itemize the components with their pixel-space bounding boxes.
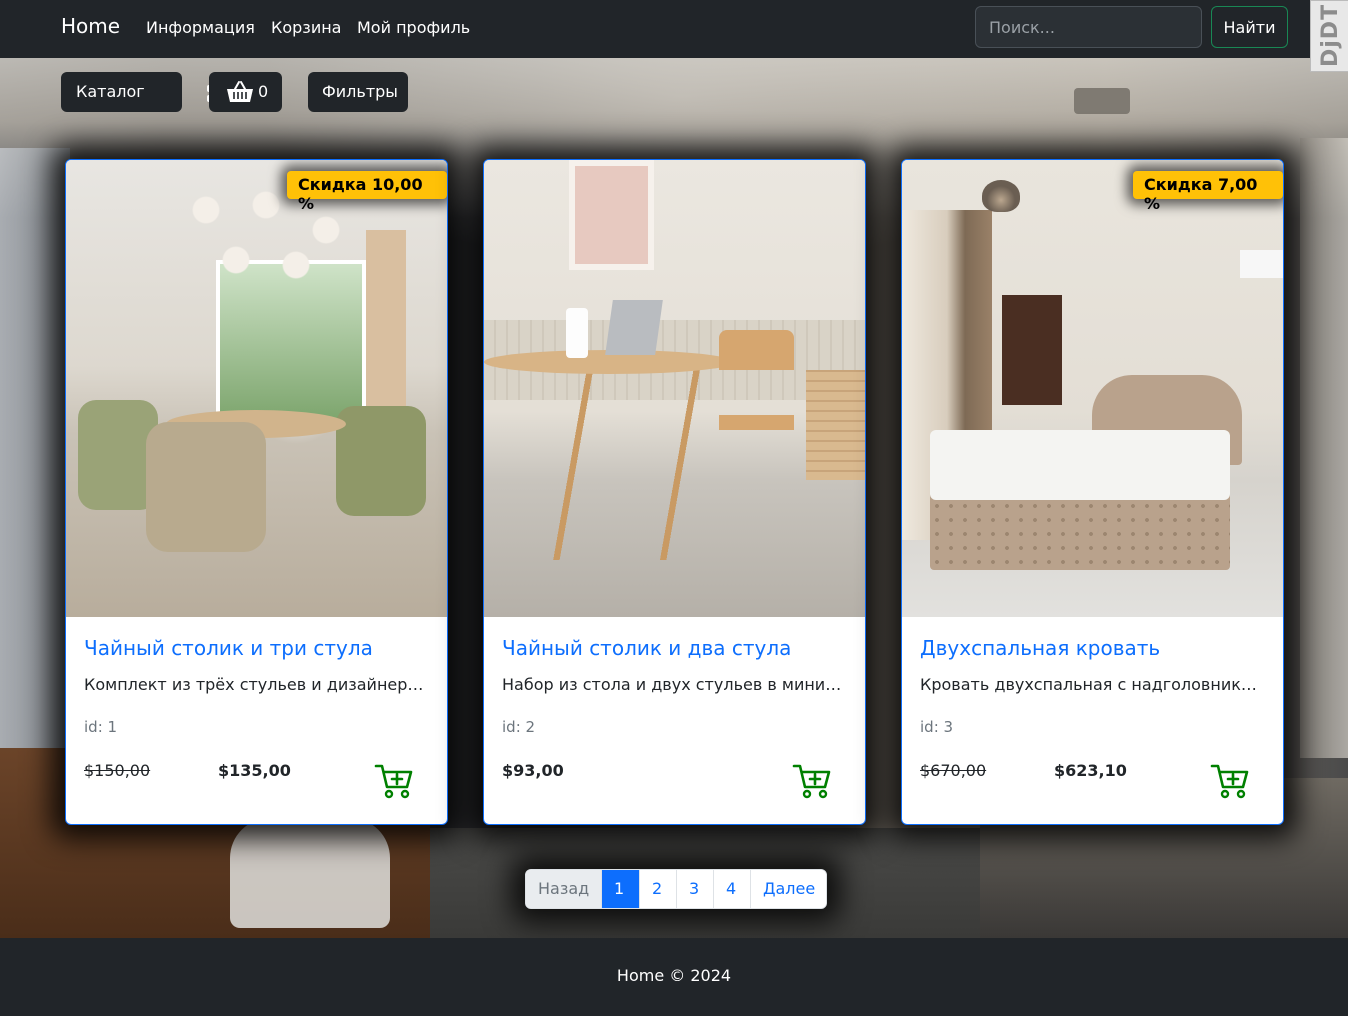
pagination-page-3[interactable]: 3 <box>676 870 713 908</box>
nav-link-info[interactable]: Информация <box>146 18 255 37</box>
product-id: id: 3 <box>920 718 954 736</box>
product-price: $623,10 <box>1054 761 1127 780</box>
product-description: Комплект из трёх стульев и дизайнерского… <box>84 675 429 694</box>
product-title[interactable]: Чайный столик и три стула <box>84 636 373 660</box>
brand-link[interactable]: Home <box>61 14 120 38</box>
discount-badge: Скидка 7,00 % <box>1133 171 1283 213</box>
catalog-label: Каталог <box>76 82 145 101</box>
product-description: Кровать двухспальная с надголовником и п… <box>920 675 1265 694</box>
product-price: $135,00 <box>218 761 291 780</box>
product-id: id: 1 <box>84 718 118 736</box>
top-navbar: Home Информация Корзина Мой профиль Найт… <box>0 0 1348 58</box>
old-price: $150,00 <box>84 761 151 780</box>
product-card[interactable]: Скидка 10,00 % Чайный столик и три стула… <box>65 159 448 825</box>
cart-plus-icon[interactable] <box>374 763 414 799</box>
product-card[interactable]: Скидка 7,00 % Двухспальная кровать Крова… <box>901 159 1284 825</box>
pagination-page-1[interactable]: 1 <box>601 870 639 908</box>
product-id: id: 2 <box>502 718 536 736</box>
product-price: $93,00 <box>502 761 564 780</box>
product-title[interactable]: Двухспальная кровать <box>920 636 1160 660</box>
product-image[interactable] <box>484 160 865 617</box>
nav-link-profile[interactable]: Мой профиль <box>357 18 470 37</box>
old-price: $670,00 <box>920 761 987 780</box>
product-title[interactable]: Чайный столик и два стула <box>502 636 791 660</box>
search-input[interactable] <box>975 6 1202 48</box>
filters-label: Фильтры <box>322 82 398 101</box>
basket-icon <box>227 81 253 102</box>
nav-link-cart[interactable]: Корзина <box>271 18 341 37</box>
debug-toolbar-label: DjDT <box>1318 3 1343 67</box>
background-window <box>0 148 70 768</box>
product-card[interactable]: Чайный столик и два стула Набор из стола… <box>483 159 866 825</box>
filters-button[interactable]: Фильтры <box>308 72 408 112</box>
pagination-next[interactable]: Далее <box>750 870 826 908</box>
background-ceiling-lamp <box>1074 88 1130 114</box>
cart-button[interactable]: 0 <box>209 72 282 112</box>
pagination-page-4[interactable]: 4 <box>713 870 750 908</box>
pagination-prev[interactable]: Назад <box>526 870 601 908</box>
page-footer: Home © 2024 <box>0 938 1348 1016</box>
pagination: Назад 1 2 3 4 Далее <box>525 869 827 909</box>
footer-text: Home © 2024 <box>616 966 732 985</box>
product-image[interactable] <box>66 160 447 617</box>
background-window-right <box>1300 138 1348 758</box>
cart-plus-icon[interactable] <box>792 763 832 799</box>
debug-toolbar-handle[interactable]: DjDT <box>1310 0 1348 72</box>
background-chair <box>230 818 390 928</box>
product-image[interactable] <box>902 160 1283 617</box>
catalog-button[interactable]: Каталог <box>61 72 224 112</box>
cart-plus-icon[interactable] <box>1210 763 1250 799</box>
cart-count: 0 <box>258 82 269 101</box>
product-description: Набор из стола и двух стульев в минимали… <box>502 675 847 694</box>
pagination-page-2[interactable]: 2 <box>639 870 676 908</box>
discount-badge: Скидка 10,00 % <box>287 171 447 213</box>
search-button[interactable]: Найти <box>1211 6 1288 48</box>
